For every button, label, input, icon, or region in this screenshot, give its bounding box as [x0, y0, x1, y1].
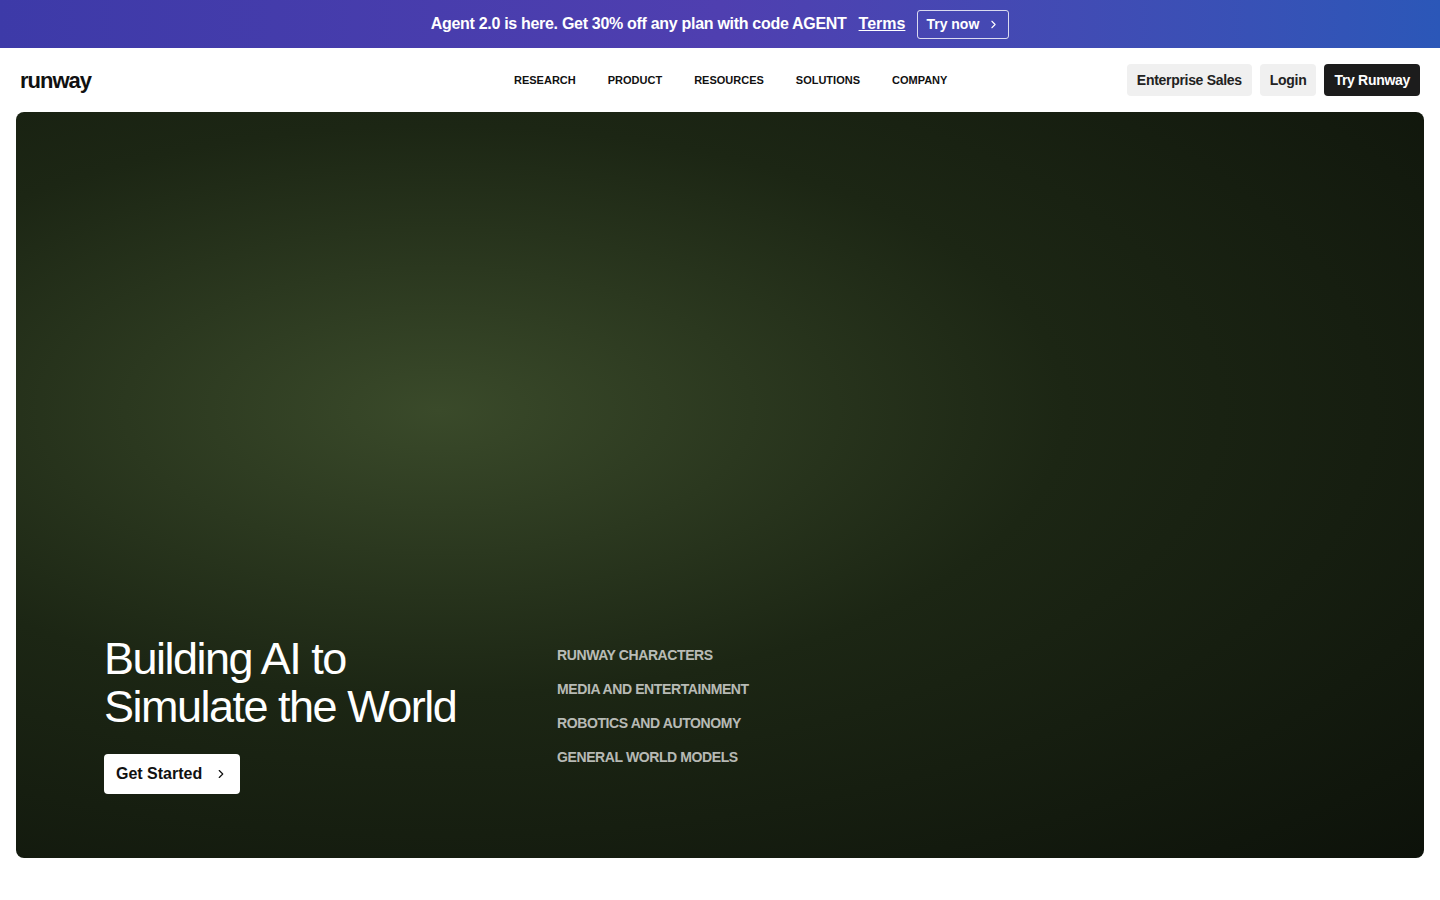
hero-content: Building AI toSimulate the World Get Star… [104, 635, 1336, 794]
hero-left: Building AI toSimulate the World Get Star… [104, 635, 557, 794]
try-now-button[interactable]: Try now [917, 10, 1009, 39]
terms-link[interactable]: Terms [859, 12, 906, 36]
nav-item[interactable]: PRODUCT [608, 72, 662, 89]
page: Agent 2.0 is here. Get 30% off any plan … [0, 0, 1440, 900]
nav-button[interactable]: Login [1260, 64, 1317, 96]
nav-menu: RESEARCH PRODUCT RESOURCES SOLUTIONS COMPANY [514, 48, 947, 112]
promo-banner: Agent 2.0 is here. Get 30% off any plan … [0, 0, 1440, 48]
hero-link[interactable]: GENERAL WORLD MODELS [557, 748, 749, 766]
nav-item[interactable]: RESEARCH [514, 72, 576, 89]
chevron-right-icon [214, 767, 228, 781]
hero: Building AI toSimulate the World Get Star… [16, 112, 1424, 858]
get-started-button[interactable]: Get Started [104, 754, 240, 794]
nav-item[interactable]: SOLUTIONS [796, 72, 860, 89]
nav-bar: runway RESEARCH PRODUCT RESOURCES SOLUTIONS C… [0, 48, 1440, 112]
hero-title: Building AI toSimulate the World [104, 635, 557, 731]
nav-item[interactable]: COMPANY [892, 72, 947, 89]
nav-button[interactable]: Try Runway [1324, 64, 1420, 96]
promo-text: Agent 2.0 is here. Get 30% off any plan … [431, 12, 847, 36]
nav-button[interactable]: Enterprise Sales [1127, 64, 1252, 96]
hero-link[interactable]: MEDIA AND ENTERTAINMENT [557, 680, 749, 698]
hero-link[interactable]: RUNWAY CHARACTERS [557, 646, 749, 664]
hero-links: RUNWAY CHARACTERS MEDIA AND ENTERTAINMENT… [557, 646, 749, 766]
nav-item[interactable]: RESOURCES [694, 72, 764, 89]
hero-link[interactable]: ROBOTICS AND AUTONOMY [557, 714, 749, 732]
nav-buttons: Enterprise SalesLoginTry Runway [1127, 64, 1420, 96]
chevron-right-icon [987, 18, 1000, 31]
logo[interactable]: runway [20, 64, 91, 97]
